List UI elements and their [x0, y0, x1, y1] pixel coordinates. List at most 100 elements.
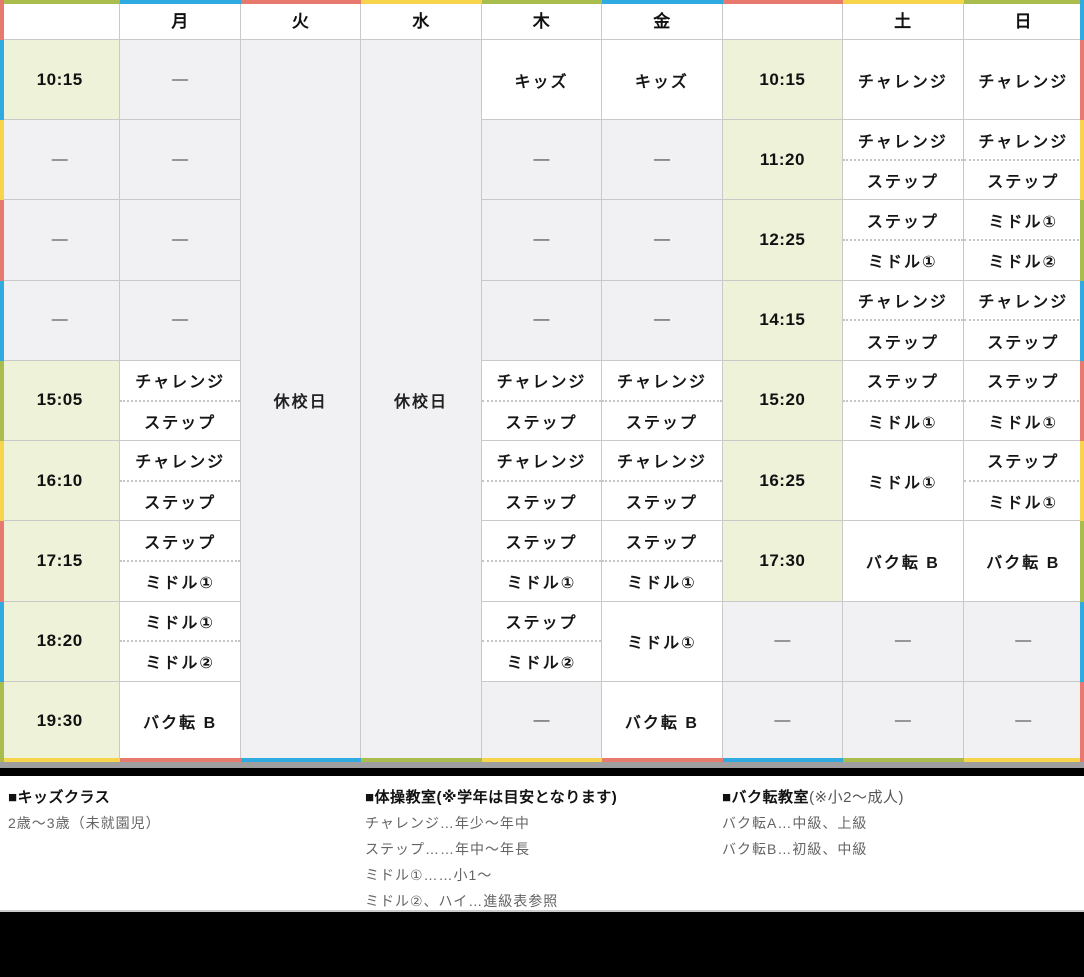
empty-cell-mon-row3: —	[120, 200, 240, 280]
class-cell-sat-row4: チャレンジステップ	[843, 281, 963, 361]
class-slot: ステップ	[964, 319, 1083, 360]
dash-label: —	[172, 311, 188, 329]
class-label: ステップ	[987, 448, 1059, 472]
class-label: ステップ	[987, 368, 1059, 392]
class-cell-fri-row5: チャレンジステップ	[602, 361, 722, 441]
time-cell-time-right-row5: 15:20	[723, 361, 843, 441]
class-label: ミドル②	[145, 649, 215, 673]
time-cell-time-right-row6: 16:25	[723, 441, 843, 521]
dash-label: —	[52, 311, 68, 329]
class-label: バク転 B	[986, 549, 1060, 573]
day-header-sat: 土	[843, 0, 963, 40]
empty-cell-mon-row4: —	[120, 281, 240, 361]
class-schedule-table: 月火水木金土日休校日休校日10:15—キッズキッズ10:15チャレンジチャレンジ…	[0, 0, 1084, 762]
time-label: 15:20	[759, 390, 805, 410]
class-slot: ステップ	[482, 480, 601, 521]
legend-line: バク転A…中級、上級	[722, 810, 904, 836]
closed-day-label: 休校日	[274, 388, 328, 412]
class-label: ステップ	[987, 329, 1059, 353]
dash-label: —	[895, 712, 911, 730]
legend-block-2: ■体操教室(※学年は目安となります)チャレンジ…年少〜年中ステップ……年中〜年長…	[365, 786, 617, 914]
class-cell-sun-row1: チャレンジ	[964, 40, 1084, 120]
class-label: ステップ	[144, 409, 216, 433]
dash-label: —	[533, 151, 549, 169]
class-label: ミドル①	[145, 569, 215, 593]
class-label: チャレンジ	[858, 288, 948, 312]
time-label: 17:30	[759, 551, 805, 571]
class-slot: チャレンジ	[964, 120, 1083, 159]
legend-line: ステップ……年中〜年長	[365, 836, 617, 862]
time-cell-time-left-row5: 15:05	[0, 361, 120, 441]
empty-time-cell-time-left-row2: —	[0, 120, 120, 200]
class-slot: ミドル②	[964, 239, 1083, 280]
closed-day-cell-tue: 休校日	[241, 40, 361, 762]
class-slot: チャレンジ	[843, 120, 962, 159]
empty-cell-thu-row2: —	[482, 120, 602, 200]
time-label: 10:15	[37, 70, 83, 90]
class-slot: ステップ	[964, 361, 1083, 400]
class-slot: ステップ	[482, 400, 601, 441]
class-slot: ステップ	[482, 602, 601, 641]
class-slot: ミドル①	[964, 400, 1083, 441]
class-label: ミドル①	[988, 489, 1058, 513]
dash-label: —	[533, 712, 549, 730]
class-label: ミドル①	[868, 248, 938, 272]
legend-title: ■バク転教室(※小2〜成人)	[722, 786, 904, 810]
class-slot: チャレンジ	[120, 441, 239, 480]
day-header-label: 日	[1015, 7, 1033, 32]
class-label: ミドル①	[627, 569, 697, 593]
class-label: ステップ	[144, 489, 216, 513]
class-slot: チャレンジ	[602, 441, 721, 480]
class-label: ステップ	[987, 168, 1059, 192]
empty-cell-fri-row4: —	[602, 281, 722, 361]
class-cell-mon-row7: ステップミドル①	[120, 521, 240, 601]
class-cell-thu-row5: チャレンジステップ	[482, 361, 602, 441]
legend-line: 2歳〜3歳（未就園児）	[8, 810, 161, 836]
legend-title-text: ■キッズクラス	[8, 789, 110, 806]
class-slot: ステップ	[482, 521, 601, 560]
class-label: ミドル①	[868, 469, 938, 493]
class-slot: チャレンジ	[482, 361, 601, 400]
time-label: 17:15	[37, 551, 83, 571]
class-slot: ミドル①	[120, 560, 239, 601]
class-cell-sun-row6: ステップミドル①	[964, 441, 1084, 521]
dash-label: —	[895, 632, 911, 650]
class-cell-fri-row7: ステップミドル①	[602, 521, 722, 601]
empty-cell-mon-row1: —	[120, 40, 240, 120]
class-cell-sun-row5: ステップミドル①	[964, 361, 1084, 441]
legend-title: ■キッズクラス	[8, 786, 161, 810]
class-slot: ステップ	[602, 400, 721, 441]
legend-title: ■体操教室(※学年は目安となります)	[365, 786, 617, 810]
empty-cell-mon-row2: —	[120, 120, 240, 200]
class-label: チャレンジ	[497, 368, 587, 392]
closed-day-label: 休校日	[394, 388, 448, 412]
class-label: ミドル①	[988, 208, 1058, 232]
class-slot: ステップ	[120, 480, 239, 521]
legend-title-suffix: (※小2〜成人)	[809, 789, 904, 806]
class-cell-sun-row3: ミドル① ミドル②	[964, 200, 1084, 280]
day-header-fri: 金	[602, 0, 722, 40]
class-label: ミドル②	[988, 248, 1058, 272]
class-slot: ステップ	[964, 441, 1083, 480]
empty-cell-thu-row3: —	[482, 200, 602, 280]
day-header-label: 木	[533, 7, 551, 32]
class-slot: ステップ	[602, 521, 721, 560]
day-header-thu: 木	[482, 0, 602, 40]
class-label: ステップ	[626, 489, 698, 513]
empty-time-cell-time-right-row9: —	[723, 682, 843, 762]
dash-label: —	[654, 231, 670, 249]
class-label: チャレンジ	[497, 448, 587, 472]
dash-label: —	[1015, 632, 1031, 650]
class-label: ステップ	[867, 329, 939, 353]
dash-label: —	[533, 311, 549, 329]
empty-cell-fri-row2: —	[602, 120, 722, 200]
class-label: ステップ	[505, 409, 577, 433]
class-label: チャレンジ	[617, 448, 707, 472]
class-slot: ミドル②	[482, 640, 601, 681]
separator-band	[0, 768, 1084, 776]
class-slot: ステップ	[602, 480, 721, 521]
class-label: ステップ	[505, 609, 577, 633]
class-cell-mon-row5: チャレンジステップ	[120, 361, 240, 441]
class-label: ミドル①	[988, 409, 1058, 433]
class-slot: ミドル①	[482, 560, 601, 601]
